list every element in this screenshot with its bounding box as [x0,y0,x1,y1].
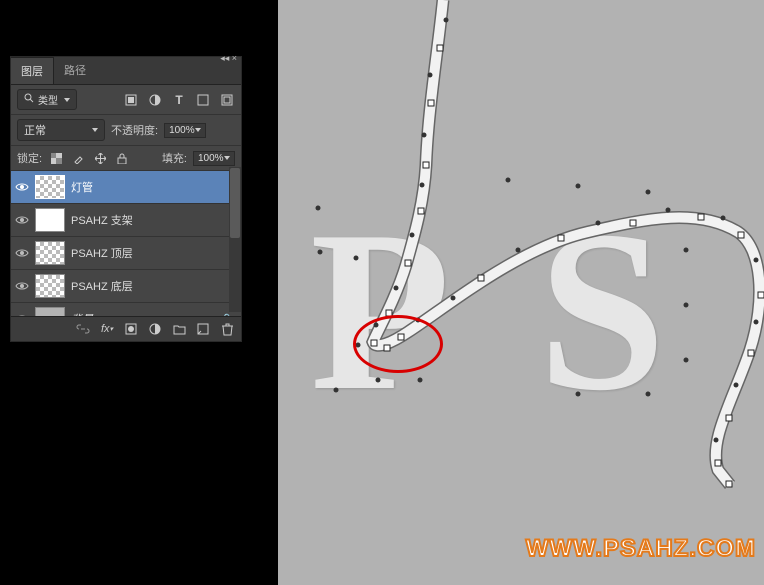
tab-paths[interactable]: 路径 [54,57,96,84]
layer-thumb [35,208,65,232]
layer-name: 灯管 [71,179,237,195]
panel-flyout-icon[interactable]: ◂◂ × [219,53,237,65]
fill-input[interactable]: 100% [193,151,235,166]
layer-name: PSAHZ 支架 [71,212,237,228]
lock-all-icon[interactable] [114,150,130,166]
artwork-letter-s: S [538,178,666,443]
filter-adjust-icon[interactable] [147,92,163,108]
tab-layers[interactable]: 图层 [11,57,54,84]
layer-row[interactable]: PSAHZ 顶层 [11,237,241,270]
filter-smart-icon[interactable] [219,92,235,108]
layer-row[interactable]: PSAHZ 底层 [11,270,241,303]
lock-label: 锁定: [17,150,42,166]
delete-icon[interactable] [219,321,235,337]
layer-thumb [35,175,65,199]
layer-filter-row: 类型 T [11,85,241,115]
blend-mode-label: 正常 [24,122,46,138]
layer-thumb [35,241,65,265]
visibility-icon[interactable] [15,180,29,194]
layer-name: 背景 [71,311,215,316]
layers-panel: ◂◂ × 图层 路径 类型 T 正常 不透明度: 100% 锁定: [10,56,242,342]
fill-value: 100% [198,153,224,164]
adjustment-icon[interactable] [147,321,163,337]
layer-scrollbar[interactable] [229,167,241,312]
filter-pixel-icon[interactable] [123,92,139,108]
filter-type-icon[interactable]: T [171,92,187,108]
visibility-icon[interactable] [15,312,29,316]
panel-footer: fx▾ [11,316,241,341]
filter-kind-select[interactable]: 类型 [17,89,77,110]
lock-icons [48,150,130,166]
lock-trans-icon[interactable] [48,150,64,166]
layer-name: PSAHZ 顶层 [71,245,237,261]
filter-kind-label: 类型 [38,92,58,107]
visibility-icon[interactable] [15,246,29,260]
visibility-icon[interactable] [15,279,29,293]
layer-thumb [35,274,65,298]
visibility-icon[interactable] [15,213,29,227]
new-layer-icon[interactable] [195,321,211,337]
group-icon[interactable] [171,321,187,337]
blend-mode-select[interactable]: 正常 [17,119,105,141]
layer-row[interactable]: PSAHZ 支架 [11,204,241,237]
layer-row[interactable]: 灯管 [11,171,241,204]
lock-row: 锁定: 填充: 100% [11,146,241,171]
fx-icon[interactable]: fx▾ [99,321,115,337]
layer-row[interactable]: 背景 🔒 [11,303,241,316]
blend-row: 正常 不透明度: 100% [11,115,241,146]
filter-icons: T [123,92,235,108]
canvas[interactable]: P S [278,0,764,585]
artwork-letter-p: P [310,178,451,443]
opacity-label: 不透明度: [111,122,158,138]
filter-shape-icon[interactable] [195,92,211,108]
mask-icon[interactable] [123,321,139,337]
annotation-ellipse [353,315,443,373]
opacity-value: 100% [169,125,195,136]
scroll-thumb[interactable] [230,168,240,238]
layer-name: PSAHZ 底层 [71,278,237,294]
watermark: WWW.PSAHZ.COM [526,535,756,563]
fill-label: 填充: [162,150,187,166]
lock-icon: 🔒 [221,314,233,317]
lock-paint-icon[interactable] [70,150,86,166]
layer-list: 灯管 PSAHZ 支架 PSAHZ 顶层 PSAHZ 底层 背景 🔒 [11,171,241,316]
layer-thumb [35,307,65,316]
link-icon[interactable] [75,321,91,337]
lock-move-icon[interactable] [92,150,108,166]
search-icon [24,93,34,106]
opacity-input[interactable]: 100% [164,123,206,138]
panel-tabs: 图层 路径 [11,57,241,85]
